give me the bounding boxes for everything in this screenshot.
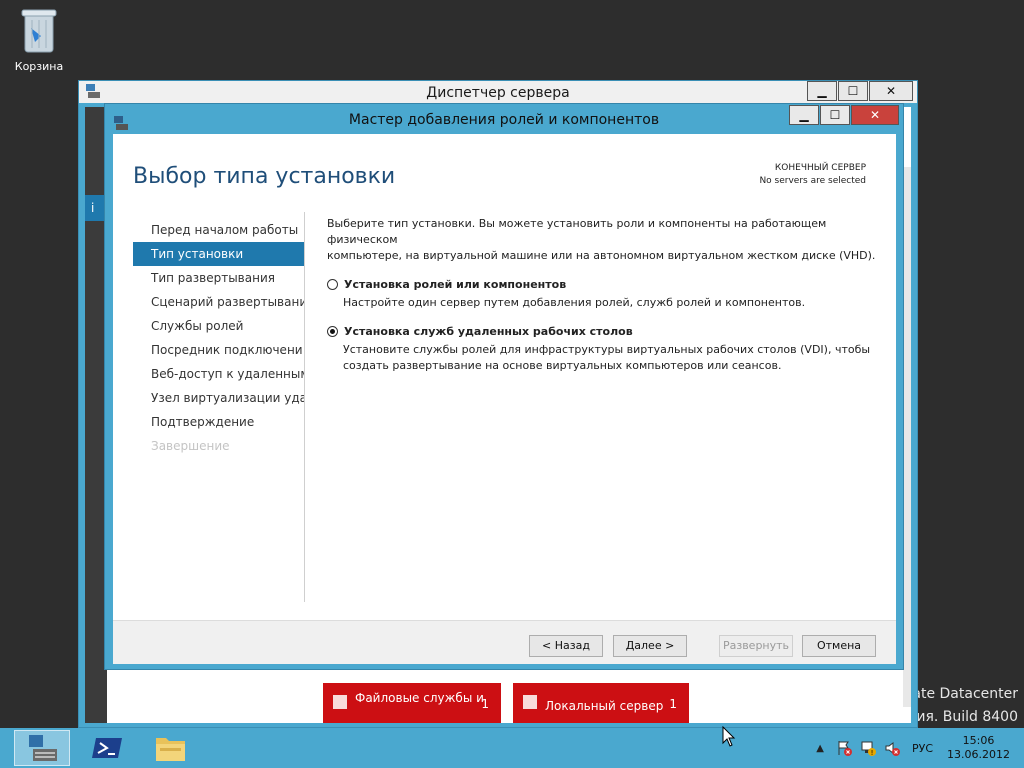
option-role-based[interactable]: Установка ролей или компонентов Настройт…: [327, 278, 877, 311]
clock-date: 13.06.2012: [947, 748, 1010, 761]
taskbar: ▲ ! РУС 15:06 13.06.2012: [0, 728, 1024, 768]
maximize-icon: ☐: [829, 108, 841, 122]
option-description-line: Установите службы ролей для инфраструкту…: [343, 343, 871, 356]
tile-count: 1: [669, 697, 677, 711]
option-remote-desktop[interactable]: Установка служб удаленных рабочих столов…: [327, 325, 877, 374]
server-manager-titlebar[interactable]: Диспетчер сервера ▁ ☐ ✕: [79, 81, 917, 103]
next-button[interactable]: Далее >: [613, 635, 687, 657]
option-description-line: создать развертывание на основе виртуаль…: [343, 359, 782, 372]
server-manager-title: Диспетчер сервера: [426, 85, 570, 101]
chevron-up-icon: ▲: [816, 742, 824, 754]
folder-icon: [156, 738, 185, 761]
step-before-you-begin[interactable]: Перед началом работы: [133, 218, 304, 242]
option-title: Установка ролей или компонентов: [344, 278, 567, 291]
nav-divider: [304, 212, 305, 602]
option-description: Установите службы ролей для инфраструкту…: [343, 342, 877, 374]
tile-count: 1: [481, 697, 489, 711]
page-title: Выбор типа установки: [133, 164, 396, 189]
tile-label: Файловые службы и: [355, 691, 484, 705]
wizard-app-icon: [113, 111, 129, 130]
tile-local-server[interactable]: Локальный сервер 1: [513, 683, 689, 723]
step-deployment-scenario[interactable]: Сценарий развертывания: [133, 290, 304, 314]
volume-icon[interactable]: [884, 740, 900, 756]
recycle-bin[interactable]: Корзина: [10, 6, 68, 73]
wizard-footer: < Назад Далее > Развернуть Отмена: [113, 620, 896, 664]
wizard-maximize-button[interactable]: ☐: [820, 105, 850, 125]
role-based-radio[interactable]: [327, 279, 338, 290]
taskbar-powershell[interactable]: [80, 730, 136, 766]
wizard-body: Выбор типа установки КОНЕЧНЫЙ СЕРВЕР No …: [113, 134, 896, 664]
language-indicator[interactable]: РУС: [912, 742, 933, 755]
intro-line: Выберите тип установки. Вы можете устано…: [327, 217, 827, 246]
mouse-cursor-icon: [722, 726, 736, 747]
system-tray: ▲ ! РУС 15:06 13.06.2012: [816, 728, 1024, 768]
close-icon: ✕: [869, 108, 881, 122]
option-title: Установка служб удаленных рабочих столов: [344, 325, 633, 338]
destination-value: No servers are selected: [759, 176, 866, 186]
step-virtualization-host[interactable]: Узел виртуализации уда…: [133, 386, 304, 410]
clock[interactable]: 15:06 13.06.2012: [947, 734, 1010, 762]
wizard-content: Выберите тип установки. Вы можете устано…: [327, 216, 877, 374]
close-button[interactable]: ✕: [869, 81, 913, 101]
step-deployment-type[interactable]: Тип развертывания: [133, 266, 304, 290]
step-confirmation[interactable]: Подтверждение: [133, 410, 304, 434]
folder-icon: [333, 695, 347, 709]
add-roles-wizard: Мастер добавления ролей и компонентов ▁ …: [104, 103, 904, 670]
step-role-services[interactable]: Службы ролей: [133, 314, 304, 338]
network-icon[interactable]: !: [860, 740, 876, 757]
wizard-minimize-button[interactable]: ▁: [789, 105, 819, 125]
maximize-icon: ☐: [847, 84, 859, 98]
wizard-close-button[interactable]: ✕: [851, 105, 899, 125]
server-icon: [523, 695, 537, 709]
edition-watermark: late Datacenter: [908, 686, 1019, 702]
option-description: Настройте один сервер путем добавления р…: [343, 296, 806, 309]
server-manager-icon: [29, 735, 57, 761]
taskbar-file-explorer[interactable]: [142, 730, 198, 766]
remote-desktop-radio[interactable]: [327, 326, 338, 337]
server-manager-app-icon: [85, 83, 101, 99]
powershell-icon: [92, 738, 122, 758]
close-icon: ✕: [885, 84, 897, 98]
recycle-bin-label: Корзина: [14, 60, 64, 73]
recycle-bin-icon: [19, 6, 59, 56]
deploy-button: Развернуть: [719, 635, 793, 657]
cancel-button[interactable]: Отмена: [802, 635, 876, 657]
minimize-button[interactable]: ▁: [807, 81, 837, 101]
step-web-access[interactable]: Веб-доступ к удаленным…: [133, 362, 304, 386]
step-completion: Завершение: [151, 439, 230, 453]
show-hidden-icons-button[interactable]: ▲: [816, 743, 824, 754]
tile-label: Локальный сервер: [545, 699, 664, 713]
minimize-icon: ▁: [799, 108, 809, 122]
wizard-titlebar[interactable]: Мастер добавления ролей и компонентов ▁ …: [105, 104, 903, 134]
maximize-button[interactable]: ☐: [838, 81, 868, 101]
action-center-icon[interactable]: [836, 740, 852, 756]
tile-file-services[interactable]: Файловые службы и 1: [323, 683, 501, 723]
intro-line: компьютере, на виртуальной машине или на…: [327, 249, 876, 262]
wizard-title: Мастер добавления ролей и компонентов: [348, 112, 660, 128]
server-manager-scrollbar[interactable]: [903, 167, 911, 707]
svg-text:!: !: [871, 749, 874, 756]
destination-label: КОНЕЧНЫЙ СЕРВЕР: [774, 163, 866, 173]
minimize-icon: ▁: [817, 84, 827, 98]
taskbar-server-manager[interactable]: [14, 730, 70, 766]
destination-server: КОНЕЧНЫЙ СЕРВЕР No servers are selected: [759, 162, 866, 188]
clock-time: 15:06: [962, 734, 995, 747]
wizard-steps: Перед началом работы Тип установки Тип р…: [133, 218, 304, 458]
step-installation-type[interactable]: Тип установки: [133, 242, 304, 266]
intro-text: Выберите тип установки. Вы можете устано…: [327, 216, 877, 264]
step-connection-broker[interactable]: Посредник подключени…: [133, 338, 304, 362]
back-button[interactable]: < Назад: [529, 635, 603, 657]
